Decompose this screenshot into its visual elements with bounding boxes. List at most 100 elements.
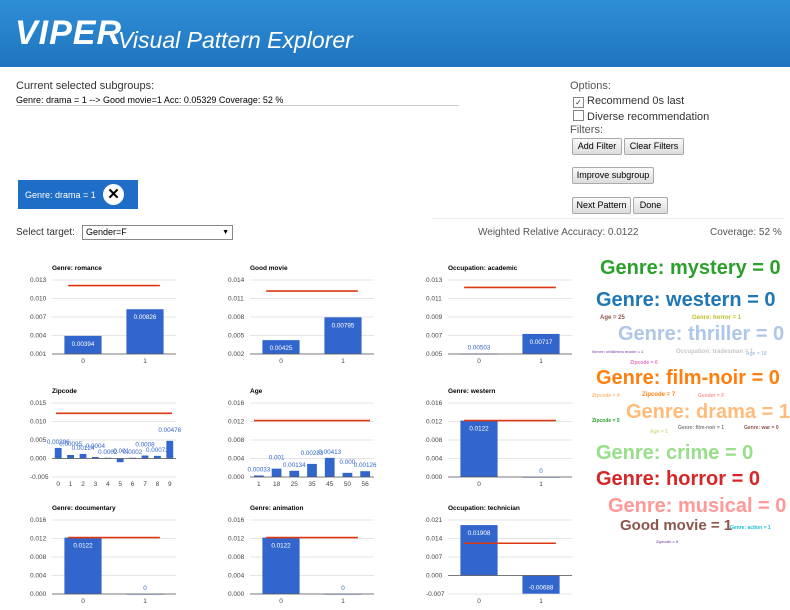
chart-title: Occupation: academic: [448, 265, 518, 272]
x-tick-label: 1: [539, 358, 543, 365]
word-cloud-term: Genre: horror = 0: [596, 468, 760, 490]
y-tick-label: 0.008: [228, 314, 245, 321]
y-tick-label: 0.005: [426, 351, 443, 358]
coverage: Coverage: 52 %: [710, 227, 782, 238]
y-tick-label: 0.016: [30, 517, 47, 524]
chart-title: Genre: documentary: [52, 505, 116, 512]
data-label: 0.00413: [318, 449, 341, 456]
word-cloud-term: Genre: horror = 1: [692, 315, 742, 321]
x-tick-label: 45: [326, 481, 334, 488]
word-cloud-term: Genre: crime = 0: [596, 442, 754, 464]
diverse-recommendation-label: Diverse recommendation: [587, 111, 710, 123]
y-tick-label: 0.008: [228, 437, 245, 444]
data-label: 0.00826: [134, 314, 157, 321]
y-tick-label: 0.007: [30, 314, 47, 321]
remove-subgroup-button[interactable]: ✕: [103, 184, 124, 205]
bar: [307, 463, 317, 477]
x-tick-label: 0: [81, 358, 85, 365]
x-tick-label: 1: [143, 358, 147, 365]
bar: [141, 455, 149, 459]
chart-genre-romance: Genre: romance 0.001 0.004 0.007 0.010 0.013 0…: [30, 265, 176, 365]
next-pattern-button[interactable]: Next Pattern: [572, 197, 631, 214]
diverse-recommendation-option[interactable]: Diverse recommendation: [573, 110, 709, 123]
add-filter-button[interactable]: Add Filter: [572, 138, 622, 155]
recommend-zeros-last-checkbox[interactable]: ✓: [573, 97, 584, 108]
x-tick-label: 8: [156, 481, 160, 488]
chart-occupation-technician: Occupation: technician -0.007 0.000 0.007 0.…: [426, 505, 572, 605]
target-select[interactable]: Gender=F ▼: [82, 225, 233, 240]
y-tick-label: 0.021: [426, 517, 443, 524]
x-tick-label: 1: [539, 481, 543, 488]
recommend-zeros-last-label: Recommend 0s last: [587, 95, 685, 107]
chart-zipcode: Zipcode-0.0050.0000.0050.0100.01500.0028…: [30, 388, 182, 488]
word-cloud-term: Genre: musical = 0: [608, 495, 787, 517]
word-cloud-term: Zipcode = 9: [656, 539, 679, 544]
chart-title: Genre: animation: [250, 505, 303, 512]
y-tick-label: 0.014: [228, 277, 245, 284]
y-tick-label: 0.012: [228, 536, 245, 543]
data-label: 0.00795: [332, 322, 355, 329]
chart-genre-animation: Genre: animation 0.000 0.004 0.008 0.012 0.01…: [228, 505, 374, 605]
y-tick-label: 0.012: [228, 419, 245, 426]
x-tick-label: 25: [291, 481, 299, 488]
chart-title: Good movie: [250, 265, 288, 272]
data-label: 0.00394: [72, 341, 95, 348]
y-tick-label: 0.010: [30, 419, 47, 426]
word-cloud-term: Occupation: tradesman = 1: [676, 349, 754, 355]
data-label: 0.0002: [123, 449, 143, 456]
y-tick-label: 0.013: [426, 277, 443, 284]
subgroup-chip-label: Genre: drama = 1: [25, 190, 96, 200]
subgroup-chip: Genre: drama = 1 ✕: [18, 180, 138, 209]
data-label: 0: [539, 468, 543, 475]
data-label: -0.00688: [529, 585, 554, 592]
data-label: 0: [143, 585, 147, 592]
chart-title: Genre: romance: [52, 265, 102, 272]
x-tick-label: 56: [362, 481, 370, 488]
y-tick-label: 0.004: [426, 456, 443, 463]
data-label: 0.00717: [530, 339, 553, 346]
target-select-value: Gender=F: [86, 227, 127, 237]
x-tick-label: 6: [131, 481, 135, 488]
data-label: 0.00134: [283, 462, 306, 469]
chart-title: Zipcode: [52, 388, 77, 395]
app-logo: VIPER: [15, 14, 123, 52]
recommend-zeros-last-option[interactable]: ✓ Recommend 0s last: [573, 95, 684, 108]
x-tick-label: 50: [344, 481, 352, 488]
word-cloud-term: Genre: mystery = 0: [600, 257, 781, 279]
y-tick-label: 0.004: [30, 573, 47, 580]
y-tick-label: 0.000: [30, 591, 47, 598]
y-tick-label: 0.008: [228, 554, 245, 561]
x-tick-label: 5: [118, 481, 122, 488]
y-tick-label: 0.000: [228, 591, 245, 598]
data-label: 0.00033: [247, 466, 270, 473]
y-tick-label: 0.014: [426, 536, 443, 543]
y-tick-label: 0.000: [228, 474, 245, 481]
y-tick-label: 0.009: [426, 314, 443, 321]
word-cloud-term: Zipcode = 5: [592, 418, 620, 424]
data-label: 0.00072: [146, 447, 169, 454]
y-tick-label: 0.016: [426, 400, 443, 407]
chart-title: Age: [250, 388, 263, 395]
data-label: 0.0122: [469, 426, 489, 433]
clear-filters-button[interactable]: Clear Filters: [624, 138, 684, 155]
x-tick-label: 3: [94, 481, 98, 488]
bar: [54, 447, 62, 459]
data-label: 0.00503: [468, 345, 491, 352]
word-cloud-term: Genre: thriller = 0: [618, 323, 785, 345]
y-tick-label: 0.012: [426, 419, 443, 426]
y-tick-label: 0.000: [30, 456, 47, 463]
diverse-recommendation-checkbox[interactable]: [573, 110, 584, 121]
done-button[interactable]: Done: [633, 197, 668, 214]
bar: [166, 440, 174, 459]
chart-genre-documentary: Genre: documentary 0.000 0.004 0.008 0.012 0.…: [30, 505, 176, 605]
app-subtitle: Visual Pattern Explorer: [118, 27, 353, 53]
word-cloud-term: Genre: action = 1: [730, 525, 771, 531]
y-tick-label: 0.008: [30, 554, 47, 561]
improve-subgroup-button[interactable]: Improve subgroup: [572, 167, 654, 184]
current-subgroups-label: Current selected subgroups:: [16, 80, 155, 92]
data-label: 0.0122: [271, 543, 291, 550]
y-tick-label: 0.008: [426, 437, 443, 444]
chart-title: Genre: western: [448, 388, 495, 395]
x-tick-label: 1: [539, 598, 543, 605]
y-tick-label: 0.005: [30, 437, 47, 444]
